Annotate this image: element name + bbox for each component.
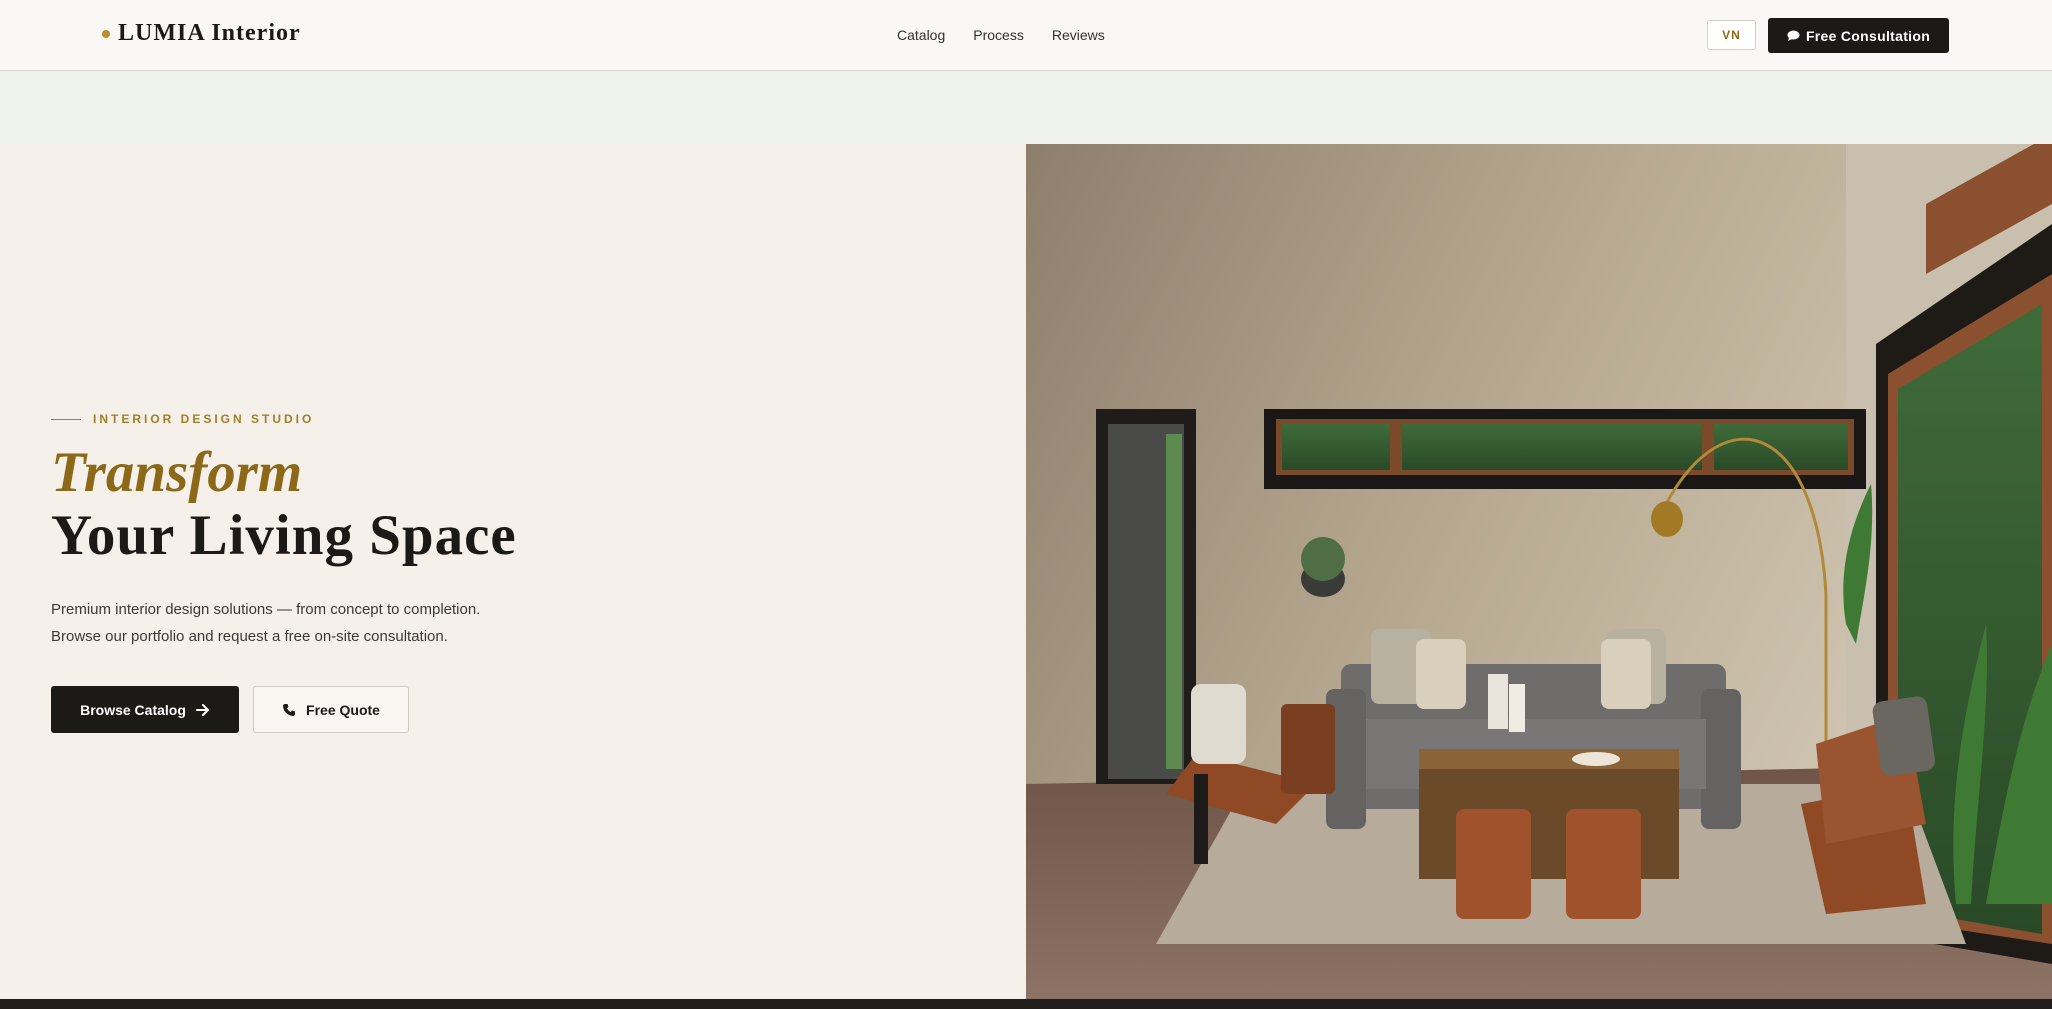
hero-text-panel xyxy=(0,144,1026,999)
hero-eyebrow: INTERIOR DESIGN STUDIO xyxy=(51,412,314,426)
nav-link-catalog[interactable]: Catalog xyxy=(897,27,945,43)
next-section-edge xyxy=(0,999,2052,1009)
nav-link-reviews[interactable]: Reviews xyxy=(1052,27,1105,43)
hero-description: Premium interior design solutions — from… xyxy=(51,596,611,650)
hero-title-main: Your Living Space xyxy=(51,504,517,567)
eyebrow-text: INTERIOR DESIGN STUDIO xyxy=(93,412,315,426)
header-spacer-strip xyxy=(0,72,2052,144)
brand-logo[interactable]: LUMIA Interior xyxy=(102,20,301,47)
living-room-illustration xyxy=(1026,144,2052,999)
language-toggle-button[interactable]: VN xyxy=(1707,20,1756,50)
free-consultation-label: Free Consultation xyxy=(1805,27,1931,44)
nav-link-process[interactable]: Process xyxy=(973,27,1024,43)
free-quote-label: Free Quote xyxy=(306,701,380,718)
free-quote-button[interactable]: Free Quote xyxy=(253,686,409,733)
browse-catalog-button[interactable]: Browse Catalog xyxy=(51,686,239,733)
site-header: LUMIA Interior Catalog Process Reviews V… xyxy=(0,0,2052,71)
eyebrow-line xyxy=(51,418,81,420)
hero-living-room-image xyxy=(1026,144,2052,999)
free-consultation-button[interactable]: Free Consultation xyxy=(1768,18,1949,53)
chat-bubble-icon xyxy=(1787,30,1800,41)
hero-description-line-1: Premium interior design solutions — from… xyxy=(51,601,481,618)
logo-dot-icon xyxy=(102,29,110,38)
browse-catalog-label: Browse Catalog xyxy=(80,701,186,718)
hero-description-line-2: Browse our portfolio and request a free … xyxy=(51,628,448,645)
hero-title-accent: Transform xyxy=(51,441,303,504)
logo-text: LUMIA Interior xyxy=(118,20,301,46)
main-nav: Catalog Process Reviews xyxy=(897,27,1105,43)
phone-icon xyxy=(283,703,296,716)
arrow-right-icon xyxy=(195,703,209,716)
